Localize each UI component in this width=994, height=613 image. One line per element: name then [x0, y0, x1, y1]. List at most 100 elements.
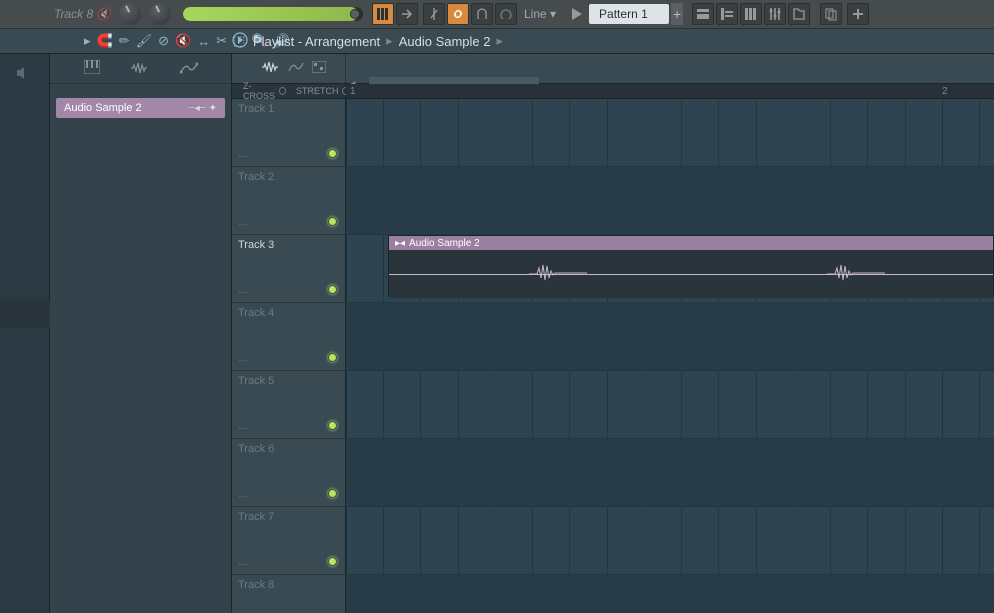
track-name: Track 2 — [238, 171, 274, 183]
slip-tool-icon[interactable]: ↔ — [197, 34, 210, 49]
audio-clip[interactable]: ▸◂ Audio Sample 2 — [388, 235, 994, 297]
track-menu-icon[interactable]: … — [238, 285, 248, 296]
metronome-button[interactable] — [423, 3, 445, 25]
zcross-label: Z-CROSS — [243, 81, 276, 101]
track-row[interactable] — [346, 303, 994, 371]
timeline-grid[interactable]: ▸◂ Audio Sample 2 — [346, 99, 994, 613]
volume-knob[interactable] — [149, 3, 171, 25]
track-row[interactable] — [346, 507, 994, 575]
paint-tool-icon[interactable]: 🖌 — [136, 33, 153, 49]
track-active-led[interactable] — [328, 217, 337, 226]
clip-handle-icon[interactable]: ▸◂ — [395, 238, 405, 249]
add-pattern-button[interactable]: + — [671, 3, 683, 25]
track-header[interactable]: Track 6 … — [232, 439, 345, 507]
snap-label: Line — [524, 7, 547, 21]
track-menu-icon[interactable]: … — [238, 353, 248, 364]
track-header[interactable]: Track 2 … — [232, 167, 345, 235]
hint-text: Track 8 — [54, 7, 93, 21]
track-active-led[interactable] — [328, 421, 337, 430]
track-name: Track 7 — [238, 511, 274, 523]
breadcrumb-root[interactable]: Playlist - Arrangement — [253, 34, 380, 49]
audio-icon[interactable] — [131, 61, 149, 77]
play-button[interactable] — [565, 3, 587, 25]
track-header[interactable]: Track 1… — [232, 99, 345, 167]
playlist-toolbar: ▸ 🧲 ✏ 🖌 ⊘ 🔇 ↔ ✂ ⬚ 🔍 🔊 Playlist - Arrange… — [0, 29, 994, 54]
zcross-toggle[interactable]: Z-CROSS — [238, 81, 291, 101]
erase-tool-icon[interactable]: ⊘ — [158, 33, 169, 49]
track-row[interactable] — [346, 575, 994, 613]
track-header[interactable]: Track 5… — [232, 371, 345, 439]
track-header[interactable]: Track 7 … — [232, 507, 345, 575]
track-name: Track 6 — [238, 443, 274, 455]
timeline-ruler[interactable]: 1 2 — [346, 84, 994, 98]
track-row[interactable]: ▸◂ Audio Sample 2 — [346, 235, 994, 303]
speaker-icon[interactable] — [16, 66, 34, 85]
track-active-led[interactable] — [328, 149, 337, 158]
close-button[interactable] — [847, 3, 869, 25]
pattern-mode-icon[interactable] — [312, 61, 326, 76]
magnet-icon[interactable]: 🧲 — [97, 33, 113, 49]
slice-tool-icon[interactable]: ✂ — [216, 33, 227, 49]
track-header[interactable]: Track 8 — [232, 575, 345, 613]
stretch-toggle[interactable]: STRETCH — [291, 86, 355, 96]
browser-window-button[interactable] — [788, 3, 810, 25]
track-active-led[interactable] — [328, 285, 337, 294]
track-header[interactable]: Track 3 … — [232, 235, 345, 303]
snap-dropdown[interactable]: Line ▾ — [524, 7, 556, 21]
wait-input-button[interactable] — [471, 3, 493, 25]
track-menu-icon[interactable]: … — [238, 557, 248, 568]
track-menu-icon[interactable]: … — [238, 217, 248, 228]
sidebar-mode-icons — [50, 54, 231, 84]
track-menu-icon[interactable]: … — [238, 421, 248, 432]
playlist-tools: ▸ 🧲 ✏ 🖌 ⊘ 🔇 ↔ ✂ ⬚ 🔍 🔊 — [0, 33, 232, 49]
breadcrumb: Playlist - Arrangement ▸ Audio Sample 2 … — [253, 33, 503, 49]
master-volume-slider[interactable] — [183, 7, 363, 21]
clip-wave-icon: ┈◂┈ ✦ — [189, 103, 217, 114]
breadcrumb-bar: Playlist - Arrangement ▸ Audio Sample 2 … — [232, 32, 503, 51]
channel-rack-window-button[interactable] — [740, 3, 762, 25]
draw-tool-icon[interactable]: ✏ — [119, 33, 130, 49]
track-menu-icon[interactable]: … — [238, 489, 248, 500]
track-active-led[interactable] — [328, 489, 337, 498]
mixer-window-button[interactable] — [764, 3, 786, 25]
track-active-led[interactable] — [328, 557, 337, 566]
volume-thumb[interactable] — [350, 9, 360, 19]
track-row[interactable] — [346, 439, 994, 507]
track-header[interactable]: Track 4 … — [232, 303, 345, 371]
breadcrumb-leaf[interactable]: Audio Sample 2 — [399, 34, 491, 49]
track-row[interactable] — [346, 167, 994, 235]
clip-item[interactable]: Audio Sample 2 ┈◂┈ ✦ — [56, 98, 225, 118]
audio-clip-header[interactable]: ▸◂ Audio Sample 2 — [389, 236, 993, 250]
piano-icon[interactable] — [84, 60, 100, 77]
chevron-right-icon: ▸ — [386, 33, 393, 49]
automation-mode-icon[interactable] — [288, 61, 304, 76]
options-row: Z-CROSS STRETCH 1 2 — [232, 84, 994, 99]
options-header: Z-CROSS STRETCH — [232, 84, 346, 98]
copy-button[interactable] — [820, 3, 842, 25]
track-name: Track 3 — [238, 239, 274, 251]
automation-icon[interactable] — [180, 61, 198, 77]
pan-knob[interactable] — [119, 3, 141, 25]
chevron-right-icon: ▸ — [496, 33, 503, 49]
piano-roll-window-button[interactable] — [716, 3, 738, 25]
track-row[interactable] — [346, 99, 994, 167]
hint-panel: Track 8 🔇 — [0, 7, 115, 21]
mute-icon: 🔇 — [96, 7, 111, 21]
playlist-window-button[interactable] — [692, 3, 714, 25]
menu-icon[interactable]: ▸ — [84, 33, 91, 49]
go-icon[interactable] — [232, 32, 248, 51]
countdown-button[interactable] — [495, 3, 517, 25]
audio-mode-icon[interactable] — [262, 61, 280, 76]
audio-clip-label: Audio Sample 2 — [409, 238, 480, 249]
arrow-button[interactable] — [396, 3, 418, 25]
track-menu-icon[interactable]: … — [238, 149, 248, 160]
track-active-led[interactable] — [328, 353, 337, 362]
pattern-selector[interactable]: Pattern 1 — [589, 4, 669, 24]
link-button[interactable] — [447, 3, 469, 25]
track-row[interactable] — [346, 371, 994, 439]
track-name: Track 4 — [238, 307, 274, 319]
mute-tool-icon[interactable]: 🔇 — [175, 33, 191, 49]
pattern-mode-button[interactable] — [372, 3, 394, 25]
track-name: Track 8 — [238, 579, 274, 591]
zcross-dot-icon — [279, 87, 286, 95]
